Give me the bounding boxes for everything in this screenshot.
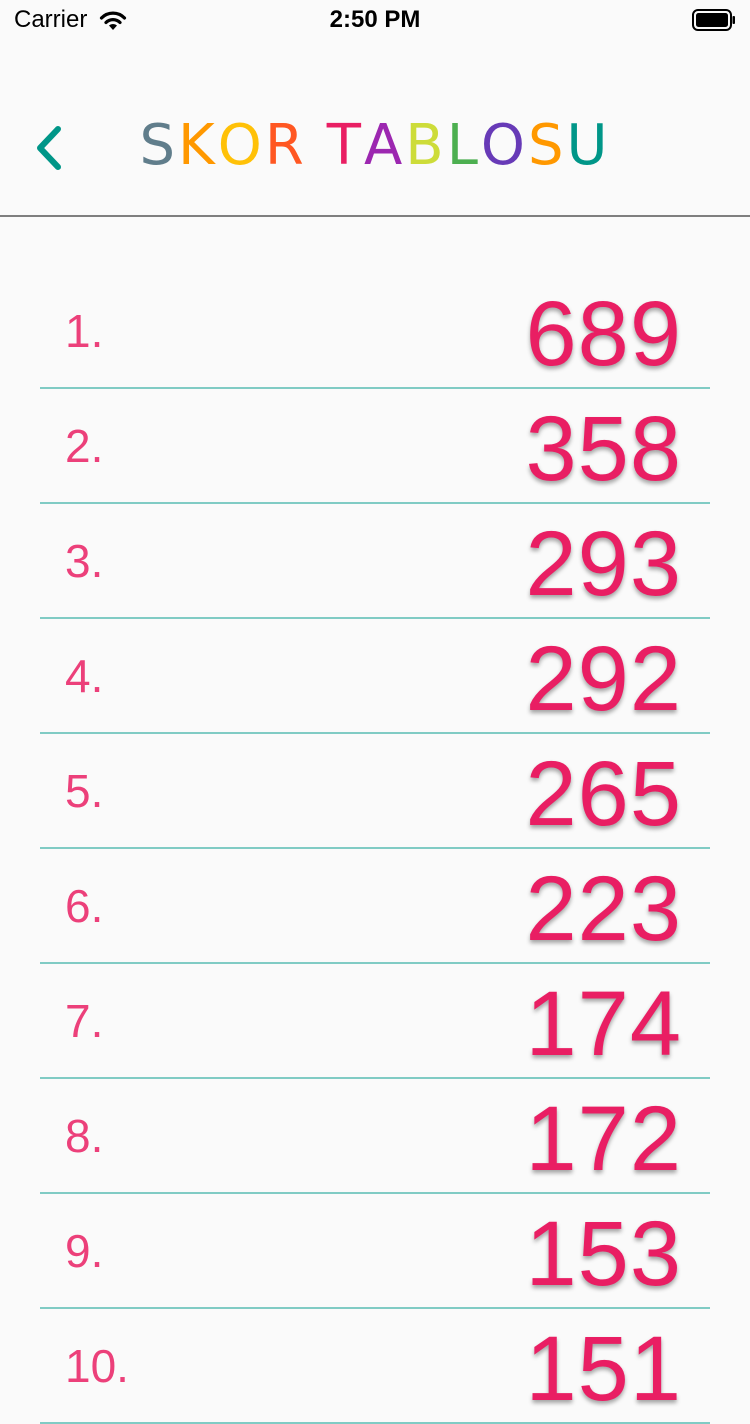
score-value: 293	[525, 513, 682, 615]
rank-label: 7.	[65, 995, 104, 1047]
score-row: 2. 358	[40, 389, 710, 504]
score-row: 5. 265	[40, 734, 710, 849]
title-letter: K	[178, 113, 218, 178]
rank-label: 8.	[65, 1110, 104, 1162]
score-list: 1. 689 2. 358 3. 293 4. 292 5. 265 6. 223 7. 174 8. 172…	[40, 274, 710, 1424]
rank-label: 10.	[65, 1340, 129, 1392]
score-row: 9. 153	[40, 1194, 710, 1309]
score-value: 174	[525, 973, 682, 1075]
score-row: 1. 689	[40, 274, 710, 389]
score-value: 151	[525, 1318, 682, 1420]
title-letter: B	[405, 113, 447, 178]
title-letter: O	[217, 113, 265, 178]
title-letter: S	[139, 113, 179, 178]
status-bar: Carrier 2:50 PM	[0, 0, 750, 40]
score-row: 6. 223	[40, 849, 710, 964]
rank-label: 4.	[65, 650, 104, 702]
page-title: SKOR TABLOSU	[0, 116, 750, 176]
title-letter: S	[527, 113, 567, 178]
score-row: 3. 293	[40, 504, 710, 619]
score-value: 223	[525, 858, 682, 960]
rank-label: 6.	[65, 880, 104, 932]
status-time: 2:50 PM	[329, 6, 421, 33]
score-value: 292	[525, 628, 682, 730]
title-letter: O	[480, 113, 528, 178]
nav-bar: SKOR TABLOSU	[0, 40, 750, 217]
score-row: 8. 172	[40, 1079, 710, 1194]
battery-icon	[692, 9, 735, 31]
title-letter: A	[363, 113, 406, 178]
score-row: 4. 292	[40, 619, 710, 734]
rank-label: 9.	[65, 1225, 104, 1277]
title-letter: T	[326, 113, 364, 178]
score-row: 10. 151	[40, 1309, 710, 1424]
title-letter: L	[446, 113, 481, 178]
score-value: 265	[525, 743, 682, 845]
rank-label: 2.	[65, 420, 104, 472]
rank-label: 3.	[65, 535, 104, 587]
rank-label: 5.	[65, 765, 104, 817]
rank-label: 1.	[65, 305, 104, 357]
title-letter: U	[566, 113, 611, 178]
title-letter: R	[264, 113, 307, 178]
score-value: 358	[525, 398, 682, 500]
score-row: 7. 174	[40, 964, 710, 1079]
score-value: 153	[525, 1203, 682, 1305]
score-value: 172	[525, 1088, 682, 1190]
score-value: 689	[525, 283, 682, 385]
